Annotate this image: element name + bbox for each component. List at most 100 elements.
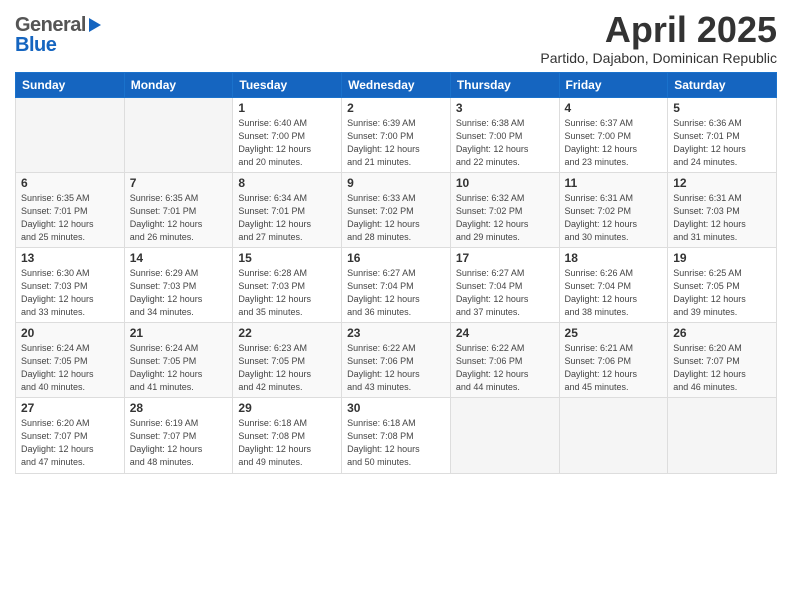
subtitle: Partido, Dajabon, Dominican Republic: [540, 50, 777, 66]
day-info: Sunrise: 6:25 AM Sunset: 7:05 PM Dayligh…: [673, 267, 771, 319]
calendar-header-row: Sunday Monday Tuesday Wednesday Thursday…: [16, 72, 777, 97]
calendar-week-row: 13Sunrise: 6:30 AM Sunset: 7:03 PM Dayli…: [16, 247, 777, 322]
day-info: Sunrise: 6:19 AM Sunset: 7:07 PM Dayligh…: [130, 417, 228, 469]
day-number: 17: [456, 251, 554, 265]
table-row: 2 Sunrise: 6:39 AM Sunset: 7:00 PM Daylig…: [342, 97, 451, 172]
day-number: 19: [673, 251, 771, 265]
day-info: Sunrise: 6:20 AM Sunset: 7:07 PM Dayligh…: [673, 342, 771, 394]
col-thursday: Thursday: [450, 72, 559, 97]
table-row: 22 Sunrise: 6:23 AM Sunset: 7:05 PM Dayli…: [233, 323, 342, 398]
table-row: 12 Sunrise: 6:31 AM Sunset: 7:03 PM Dayli…: [668, 172, 777, 247]
logo-blue-text: Blue: [15, 34, 56, 57]
table-row: 18 Sunrise: 6:26 AM Sunset: 7:04 PM Dayli…: [559, 247, 668, 322]
table-row: 5 Sunrise: 6:36 AM Sunset: 7:01 PM Daylig…: [668, 97, 777, 172]
table-row: 17 Sunrise: 6:27 AM Sunset: 7:04 PM Dayli…: [450, 247, 559, 322]
day-info: Sunrise: 6:24 AM Sunset: 7:05 PM Dayligh…: [21, 342, 119, 394]
table-row: 14 Sunrise: 6:29 AM Sunset: 7:03 PM Dayli…: [124, 247, 233, 322]
day-number: 1: [238, 101, 336, 115]
page: General Blue April 2025 Partido, Dajabon…: [0, 0, 792, 612]
col-tuesday: Tuesday: [233, 72, 342, 97]
day-info: Sunrise: 6:35 AM Sunset: 7:01 PM Dayligh…: [21, 192, 119, 244]
day-number: 7: [130, 176, 228, 190]
table-row: [450, 398, 559, 473]
day-number: 18: [565, 251, 663, 265]
logo-arrow-icon: [89, 18, 101, 32]
day-number: 15: [238, 251, 336, 265]
day-number: 27: [21, 401, 119, 415]
col-saturday: Saturday: [668, 72, 777, 97]
table-row: 9 Sunrise: 6:33 AM Sunset: 7:02 PM Daylig…: [342, 172, 451, 247]
day-info: Sunrise: 6:39 AM Sunset: 7:00 PM Dayligh…: [347, 117, 445, 169]
day-info: Sunrise: 6:31 AM Sunset: 7:03 PM Dayligh…: [673, 192, 771, 244]
day-number: 28: [130, 401, 228, 415]
day-info: Sunrise: 6:36 AM Sunset: 7:01 PM Dayligh…: [673, 117, 771, 169]
col-sunday: Sunday: [16, 72, 125, 97]
day-number: 23: [347, 326, 445, 340]
month-title: April 2025: [540, 10, 777, 50]
table-row: 26 Sunrise: 6:20 AM Sunset: 7:07 PM Dayli…: [668, 323, 777, 398]
table-row: 20 Sunrise: 6:24 AM Sunset: 7:05 PM Dayli…: [16, 323, 125, 398]
day-info: Sunrise: 6:27 AM Sunset: 7:04 PM Dayligh…: [456, 267, 554, 319]
table-row: [124, 97, 233, 172]
day-number: 14: [130, 251, 228, 265]
day-info: Sunrise: 6:21 AM Sunset: 7:06 PM Dayligh…: [565, 342, 663, 394]
day-info: Sunrise: 6:35 AM Sunset: 7:01 PM Dayligh…: [130, 192, 228, 244]
table-row: 6 Sunrise: 6:35 AM Sunset: 7:01 PM Daylig…: [16, 172, 125, 247]
logo: General Blue: [15, 10, 101, 57]
table-row: [668, 398, 777, 473]
day-number: 22: [238, 326, 336, 340]
table-row: 25Sunrise: 6:21 AM Sunset: 7:06 PM Dayli…: [559, 323, 668, 398]
day-info: Sunrise: 6:32 AM Sunset: 7:02 PM Dayligh…: [456, 192, 554, 244]
day-info: Sunrise: 6:23 AM Sunset: 7:05 PM Dayligh…: [238, 342, 336, 394]
calendar-table: Sunday Monday Tuesday Wednesday Thursday…: [15, 72, 777, 474]
table-row: 4 Sunrise: 6:37 AM Sunset: 7:00 PM Daylig…: [559, 97, 668, 172]
day-number: 21: [130, 326, 228, 340]
day-info: Sunrise: 6:33 AM Sunset: 7:02 PM Dayligh…: [347, 192, 445, 244]
table-row: 11 Sunrise: 6:31 AM Sunset: 7:02 PM Dayli…: [559, 172, 668, 247]
day-number: 29: [238, 401, 336, 415]
day-number: 11: [565, 176, 663, 190]
day-number: 9: [347, 176, 445, 190]
day-info: Sunrise: 6:38 AM Sunset: 7:00 PM Dayligh…: [456, 117, 554, 169]
day-info: Sunrise: 6:18 AM Sunset: 7:08 PM Dayligh…: [238, 417, 336, 469]
day-number: 20: [21, 326, 119, 340]
day-number: 3: [456, 101, 554, 115]
day-number: 12: [673, 176, 771, 190]
col-wednesday: Wednesday: [342, 72, 451, 97]
day-info: Sunrise: 6:40 AM Sunset: 7:00 PM Dayligh…: [238, 117, 336, 169]
day-number: 6: [21, 176, 119, 190]
day-number: 26: [673, 326, 771, 340]
table-row: 21 Sunrise: 6:24 AM Sunset: 7:05 PM Dayli…: [124, 323, 233, 398]
header: General Blue April 2025 Partido, Dajabon…: [15, 10, 777, 66]
table-row: 3 Sunrise: 6:38 AM Sunset: 7:00 PM Daylig…: [450, 97, 559, 172]
day-number: 30: [347, 401, 445, 415]
day-number: 2: [347, 101, 445, 115]
day-info: Sunrise: 6:26 AM Sunset: 7:04 PM Dayligh…: [565, 267, 663, 319]
day-info: Sunrise: 6:24 AM Sunset: 7:05 PM Dayligh…: [130, 342, 228, 394]
table-row: 7 Sunrise: 6:35 AM Sunset: 7:01 PM Daylig…: [124, 172, 233, 247]
day-number: 4: [565, 101, 663, 115]
calendar-week-row: 27 Sunrise: 6:20 AM Sunset: 7:07 PM Dayli…: [16, 398, 777, 473]
col-friday: Friday: [559, 72, 668, 97]
calendar-week-row: 6 Sunrise: 6:35 AM Sunset: 7:01 PM Daylig…: [16, 172, 777, 247]
table-row: 23 Sunrise: 6:22 AM Sunset: 7:06 PM Dayli…: [342, 323, 451, 398]
table-row: 19 Sunrise: 6:25 AM Sunset: 7:05 PM Dayli…: [668, 247, 777, 322]
day-info: Sunrise: 6:18 AM Sunset: 7:08 PM Dayligh…: [347, 417, 445, 469]
day-number: 16: [347, 251, 445, 265]
table-row: 1 Sunrise: 6:40 AM Sunset: 7:00 PM Daylig…: [233, 97, 342, 172]
day-info: Sunrise: 6:29 AM Sunset: 7:03 PM Dayligh…: [130, 267, 228, 319]
day-info: Sunrise: 6:31 AM Sunset: 7:02 PM Dayligh…: [565, 192, 663, 244]
table-row: 8Sunrise: 6:34 AM Sunset: 7:01 PM Daylig…: [233, 172, 342, 247]
table-row: [16, 97, 125, 172]
day-number: 13: [21, 251, 119, 265]
calendar-week-row: 20 Sunrise: 6:24 AM Sunset: 7:05 PM Dayli…: [16, 323, 777, 398]
day-number: 5: [673, 101, 771, 115]
day-info: Sunrise: 6:22 AM Sunset: 7:06 PM Dayligh…: [347, 342, 445, 394]
calendar-week-row: 1 Sunrise: 6:40 AM Sunset: 7:00 PM Daylig…: [16, 97, 777, 172]
day-info: Sunrise: 6:37 AM Sunset: 7:00 PM Dayligh…: [565, 117, 663, 169]
day-info: Sunrise: 6:34 AM Sunset: 7:01 PM Dayligh…: [238, 192, 336, 244]
day-info: Sunrise: 6:20 AM Sunset: 7:07 PM Dayligh…: [21, 417, 119, 469]
day-info: Sunrise: 6:28 AM Sunset: 7:03 PM Dayligh…: [238, 267, 336, 319]
table-row: 24Sunrise: 6:22 AM Sunset: 7:06 PM Dayli…: [450, 323, 559, 398]
day-number: 24: [456, 326, 554, 340]
